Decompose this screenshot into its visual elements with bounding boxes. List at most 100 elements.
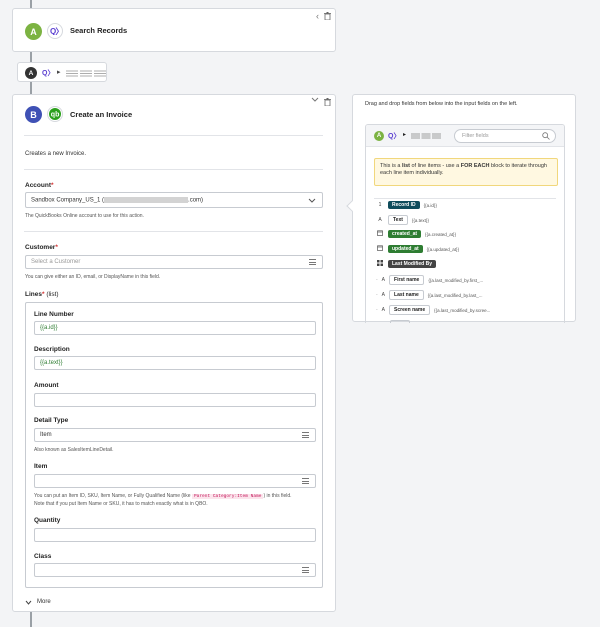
field-text[interactable]: A Text {{a.text}}: [376, 215, 429, 225]
step-a-badge: A: [25, 23, 42, 40]
more-toggle[interactable]: More: [25, 599, 51, 605]
quantity-label: Quantity: [34, 517, 61, 524]
chevron-down-icon: [308, 198, 316, 205]
fields-side-panel: Drag and drop fields from below into the…: [346, 94, 576, 323]
text-type-icon: A: [378, 217, 382, 223]
tree-branch-icon: -: [376, 292, 378, 298]
app-logo-icon: Q〉: [388, 133, 401, 140]
tree-branch-icon: -: [376, 307, 378, 313]
field-pill[interactable]: Last name: [389, 290, 424, 300]
class-label: Class: [34, 553, 52, 560]
step-a-card[interactable]: A Q〉 Search Records ‹: [12, 8, 336, 52]
step-b-badge: B: [25, 106, 42, 123]
account-help: The QuickBooks Online account to use for…: [25, 213, 144, 219]
text-type-icon: A: [381, 277, 386, 283]
description-input[interactable]: {{a.text}}: [34, 356, 316, 370]
account-label: Account*: [25, 182, 54, 189]
field-partial: [390, 320, 410, 323]
connector-badge: A: [25, 67, 37, 79]
list-icon: [411, 133, 441, 141]
item-help-line2: Note that if you put Item Name or SKU, i…: [34, 501, 208, 507]
grid-icon: [376, 260, 384, 268]
field-screen-name[interactable]: - A Screen name {{a.last_modified_by.scr…: [376, 305, 490, 315]
field-pill[interactable]: Screen name: [389, 305, 431, 315]
field-pill[interactable]: Record ID: [388, 201, 420, 209]
line-number-input[interactable]: {{a.id}}: [34, 321, 316, 335]
field-template: {{a.last_modified_by.first_...: [428, 277, 484, 283]
collapse-chevron-icon[interactable]: ‹: [316, 11, 319, 21]
field-created-at[interactable]: created_at {{a.created_at}}: [376, 230, 456, 238]
calendar-icon: [376, 230, 384, 238]
side-panel-header: Drag and drop fields from below into the…: [365, 101, 518, 107]
delete-trash-icon[interactable]: [324, 98, 331, 108]
menu-icon: [309, 259, 316, 267]
flow-line-mid2: [30, 82, 32, 94]
field-template: {{a.id}}: [423, 202, 437, 208]
connector-app-icon: Q〉: [42, 70, 55, 77]
list-notice: This is a list of line items - use a FOR…: [374, 158, 558, 186]
fields-browser: A Q〉 ▸ Filter fields This is a list of l…: [365, 124, 565, 323]
list-icon: [66, 70, 106, 79]
field-pill[interactable]: updated_at: [388, 245, 423, 253]
divider: [24, 169, 323, 170]
quickbooks-logo-icon: qb: [47, 106, 63, 122]
panel-pointer: [346, 200, 358, 212]
fields-toolbar: A Q〉 ▸ Filter fields: [366, 125, 564, 147]
field-template: {{a.text}}: [411, 217, 429, 223]
connector-arrow-icon: ▸: [57, 69, 61, 76]
number-type-icon: 1: [378, 202, 382, 208]
customer-select[interactable]: Select a Customer: [25, 255, 323, 269]
redacted-email: [104, 197, 189, 203]
field-first-name[interactable]: - A First name {{a.last_modified_by.firs…: [376, 275, 483, 285]
detail-type-label: Detail Type: [34, 417, 69, 424]
field-last-name[interactable]: - A Last name {{a.last_modified_by.last_…: [376, 290, 482, 300]
field-record-id[interactable]: 1 Record ID {{a.id}}: [376, 201, 437, 209]
lines-list-box: Line Number {{a.id}} Description {{a.tex…: [25, 302, 323, 588]
field-pill[interactable]: First name: [389, 275, 425, 285]
step-b-card[interactable]: B qb Create an Invoice Creates a new Inv…: [12, 94, 336, 612]
customer-label: Customer*: [25, 244, 58, 251]
svg-text:qb: qb: [51, 112, 60, 119]
chevron-down-icon: [25, 600, 32, 605]
menu-icon: [302, 478, 309, 486]
field-template: {{a.last_modified_by.last_...: [427, 292, 483, 298]
description-label: Description: [34, 346, 70, 353]
flow-line-mid1: [30, 52, 32, 62]
detail-type-select[interactable]: Item: [34, 428, 316, 442]
divider: [24, 231, 323, 232]
field-last-modified-by[interactable]: Last Modified By: [376, 260, 440, 268]
amount-label: Amount: [34, 382, 59, 389]
account-select[interactable]: Sandbox Company_US_1 (.com): [25, 192, 323, 208]
line-number-label: Line Number: [34, 311, 74, 318]
step-a-badge: A: [374, 131, 384, 141]
item-help-line1: You can put an Item ID, SKU, Item Name, …: [34, 493, 292, 499]
flow-line-bottom: [30, 612, 32, 627]
divider: [24, 135, 323, 136]
field-pill[interactable]: Text: [388, 215, 408, 225]
detail-type-help: Also known as SalesItemLineDetail.: [34, 447, 114, 453]
field-template: {{a.updated_at}}: [426, 246, 459, 252]
collapse-chevron-icon[interactable]: [311, 97, 319, 105]
text-type-icon: A: [381, 292, 386, 298]
menu-icon: [302, 432, 309, 440]
filter-fields-input[interactable]: Filter fields: [454, 129, 556, 143]
class-select[interactable]: [34, 563, 316, 577]
item-select[interactable]: [34, 474, 316, 488]
amount-input[interactable]: [34, 393, 316, 407]
field-template: {{a.created_at}}: [425, 231, 457, 237]
field-updated-at[interactable]: updated_at {{a.updated_at}}: [376, 245, 459, 253]
calendar-icon: [376, 245, 384, 253]
data-connector[interactable]: A Q〉 ▸: [17, 62, 107, 82]
field-pill[interactable]: Last Modified By: [388, 260, 437, 268]
search-icon: [542, 132, 550, 142]
menu-icon: [302, 567, 309, 575]
flow-line-top: [30, 0, 32, 8]
action-description: Creates a new Invoice.: [25, 151, 87, 157]
field-pill[interactable]: created_at: [388, 230, 422, 238]
tree-branch-icon: -: [376, 277, 378, 283]
quantity-input[interactable]: [34, 528, 316, 542]
item-label: Item: [34, 463, 48, 470]
step-b-title: Create an Invoice: [70, 110, 133, 119]
delete-trash-icon[interactable]: [324, 12, 331, 22]
app-logo-icon: Q〉: [47, 23, 63, 39]
